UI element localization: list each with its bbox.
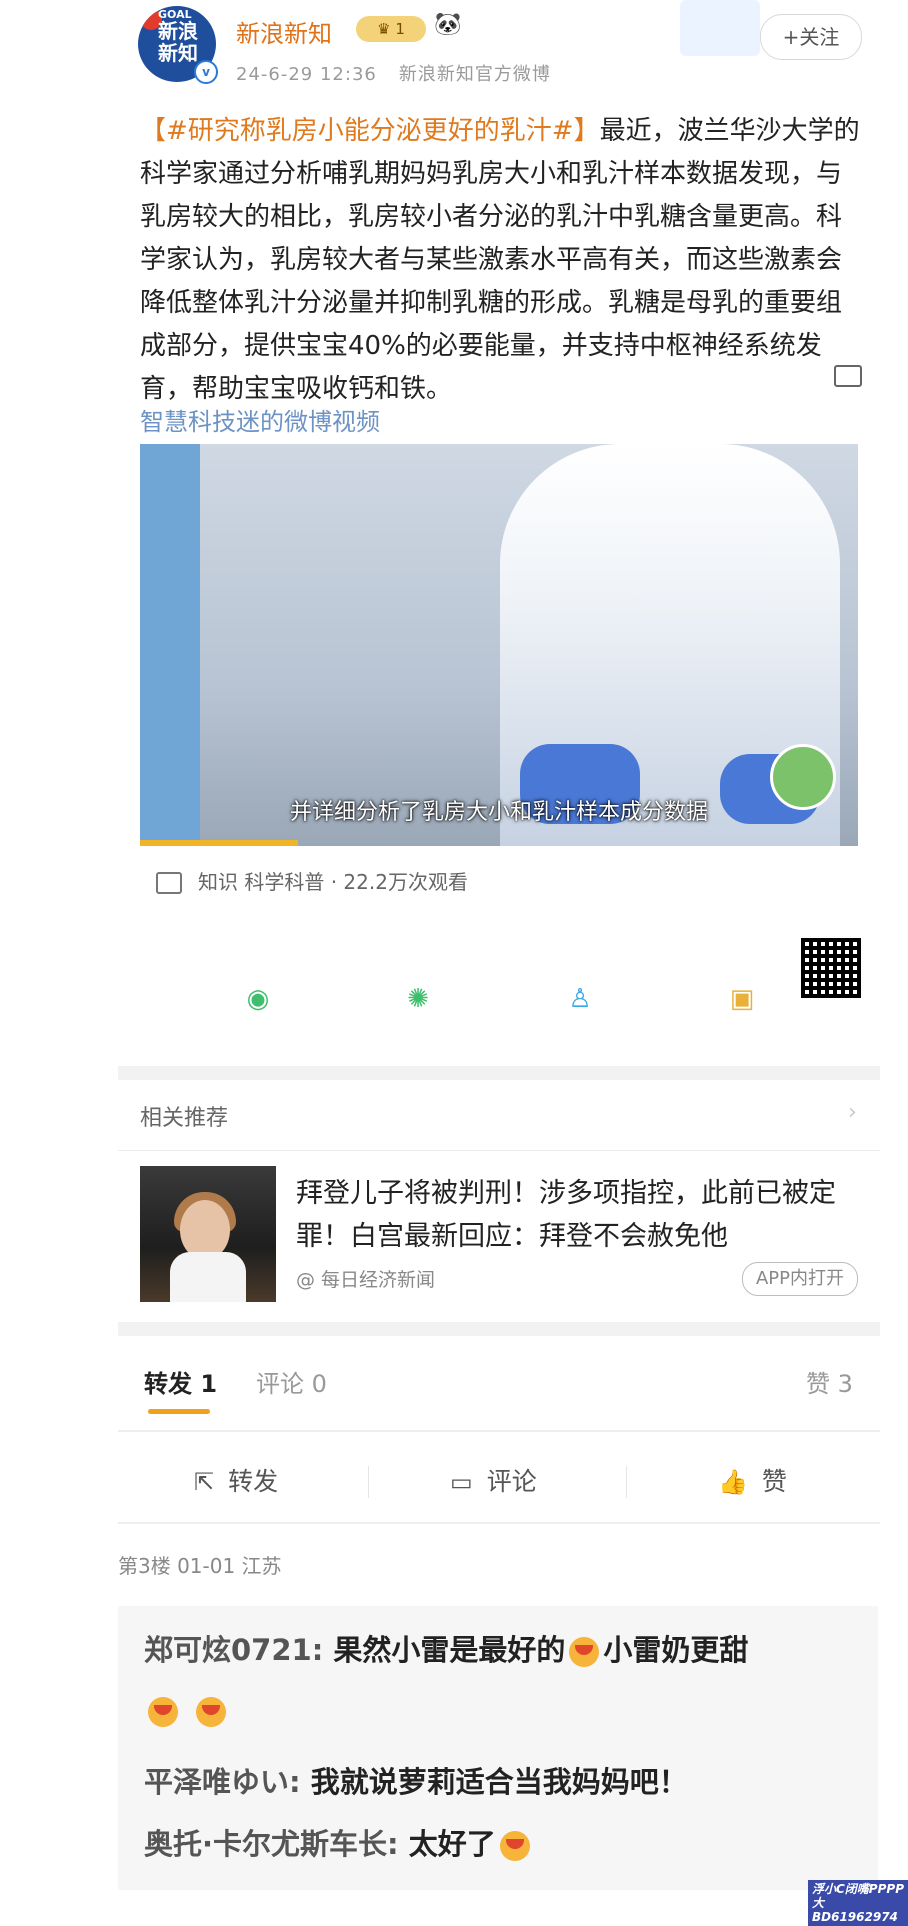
heart-eyes-emoji-icon (148, 1697, 178, 1727)
video-icon (834, 365, 862, 387)
divider (626, 1466, 627, 1498)
tab-forward[interactable]: 转发 1 (144, 1364, 217, 1399)
comment-user[interactable]: 奥托·卡尔尤斯车长: (144, 1827, 399, 1861)
video-background (140, 444, 200, 846)
share-icon: ⇱ (194, 1468, 215, 1496)
like-label: 赞 (761, 1467, 787, 1496)
heart-eyes-emoji-icon (569, 1637, 600, 1667)
comment-text: 我就说萝莉适合当我妈妈吧！ (300, 1765, 688, 1799)
divider (118, 1522, 880, 1524)
thumbs-up-icon: 👍 (718, 1468, 748, 1496)
post-source: 新浪新知官方微博 (398, 64, 551, 85)
tab-like[interactable]: 赞 3 (806, 1364, 853, 1399)
section-divider (118, 1322, 880, 1336)
forward-button[interactable]: ⇱ 转发 (194, 1462, 278, 1498)
recommend-title: 相关推荐 (140, 1106, 229, 1131)
post-text: 最近，波兰华沙大学的科学家通过分析哺乳期妈妈乳房大小和乳汁样本数据发现，与乳房较… (140, 116, 860, 404)
video-progress-bar[interactable] (140, 840, 298, 846)
save-image-icon[interactable]: ▣ (718, 975, 766, 1023)
post-hashtag[interactable]: 【#研究称乳房小能分泌更好的乳汁#】 (140, 116, 600, 146)
heart-eyes-emoji-icon (196, 1697, 227, 1727)
post-body: 【#研究称乳房小能分泌更好的乳汁#】最近，波兰华沙大学的科学家通过分析哺乳期妈妈… (140, 110, 860, 411)
panda-icon: 🐼 (434, 12, 462, 37)
comment-item[interactable]: 奥托·卡尔尤斯车长: 太好了 (144, 1814, 534, 1874)
vip-badge: ♛ 1 (356, 16, 426, 42)
divider (118, 1150, 880, 1151)
post-meta: 24-6-29 12:36 新浪新知官方微博 (236, 60, 573, 86)
active-tab-indicator (148, 1409, 210, 1414)
section-divider (118, 1066, 880, 1080)
open-in-app-button[interactable]: APP内打开 (742, 1262, 858, 1296)
smile-emoji-icon (499, 1831, 530, 1861)
comment-label: 评论 (486, 1467, 537, 1496)
recommend-source: @ 每日经济新闻 (296, 1269, 436, 1291)
watermark: 浮小C闭嘴PPPP大BD61962974 (808, 1880, 908, 1926)
verified-icon: v (194, 60, 218, 84)
vip-level: 1 (395, 20, 405, 38)
video-caption: 并详细分析了乳房大小和乳汁样本成分数据 (289, 800, 708, 825)
qq-icon[interactable]: ♙ (556, 975, 604, 1023)
qr-code (801, 938, 861, 998)
moments-icon[interactable]: ✺ (394, 975, 442, 1023)
comment-button[interactable]: ▭ 评论 (450, 1462, 537, 1498)
video-stats: 知识 科学科普 · 22.2万次观看 (198, 870, 468, 894)
comment-text: 太好了 (398, 1827, 496, 1861)
comment-text: 果然小雷是最好的 (323, 1633, 566, 1667)
ad-thumbnail (680, 0, 760, 56)
like-button[interactable]: 👍 赞 (718, 1462, 787, 1498)
thumbnail-body (170, 1252, 246, 1302)
video-player[interactable]: 并详细分析了乳房大小和乳汁样本成分数据 (140, 444, 858, 846)
floor-info: 第3楼 01-01 江苏 (118, 1554, 282, 1578)
wechat-icon[interactable]: ◉ (234, 975, 282, 1023)
video-stats-icon (156, 872, 182, 894)
chevron-right-icon[interactable]: › (848, 1100, 857, 1125)
comment-user[interactable]: 平泽唯ゆい: (144, 1765, 301, 1799)
comment-item[interactable]: 郑可炫0721: 果然小雷是最好的 小雷奶更甜 (144, 1620, 864, 1740)
tab-comment[interactable]: 评论 0 (256, 1364, 327, 1399)
comment-icon: ▭ (450, 1468, 473, 1496)
divider (368, 1466, 369, 1498)
recommend-headline[interactable]: 拜登儿子将被判刑！涉多项指控，此前已被定罪！白宫最新回应：拜登不会赦免他 (296, 1172, 862, 1258)
comment-user[interactable]: 郑可炫0721: (144, 1633, 323, 1667)
comment-item[interactable]: 平泽唯ゆい: 我就说萝莉适合当我妈妈吧！ (144, 1752, 688, 1812)
recommend-thumbnail[interactable] (140, 1166, 276, 1302)
forward-label: 转发 (228, 1467, 279, 1496)
avatar-logo-text: 新浪 新知 (158, 19, 198, 65)
comment-text: 小雷奶更甜 (603, 1633, 749, 1667)
author-name[interactable]: 新浪新知 (236, 14, 332, 49)
divider (118, 1430, 880, 1432)
follow-button[interactable]: +关注 (760, 14, 862, 60)
video-source-link[interactable]: 智慧科技迷的微博视频 (140, 402, 380, 437)
post-timestamp: 24-6-29 12:36 (236, 64, 377, 85)
thumbnail-face (180, 1200, 230, 1260)
